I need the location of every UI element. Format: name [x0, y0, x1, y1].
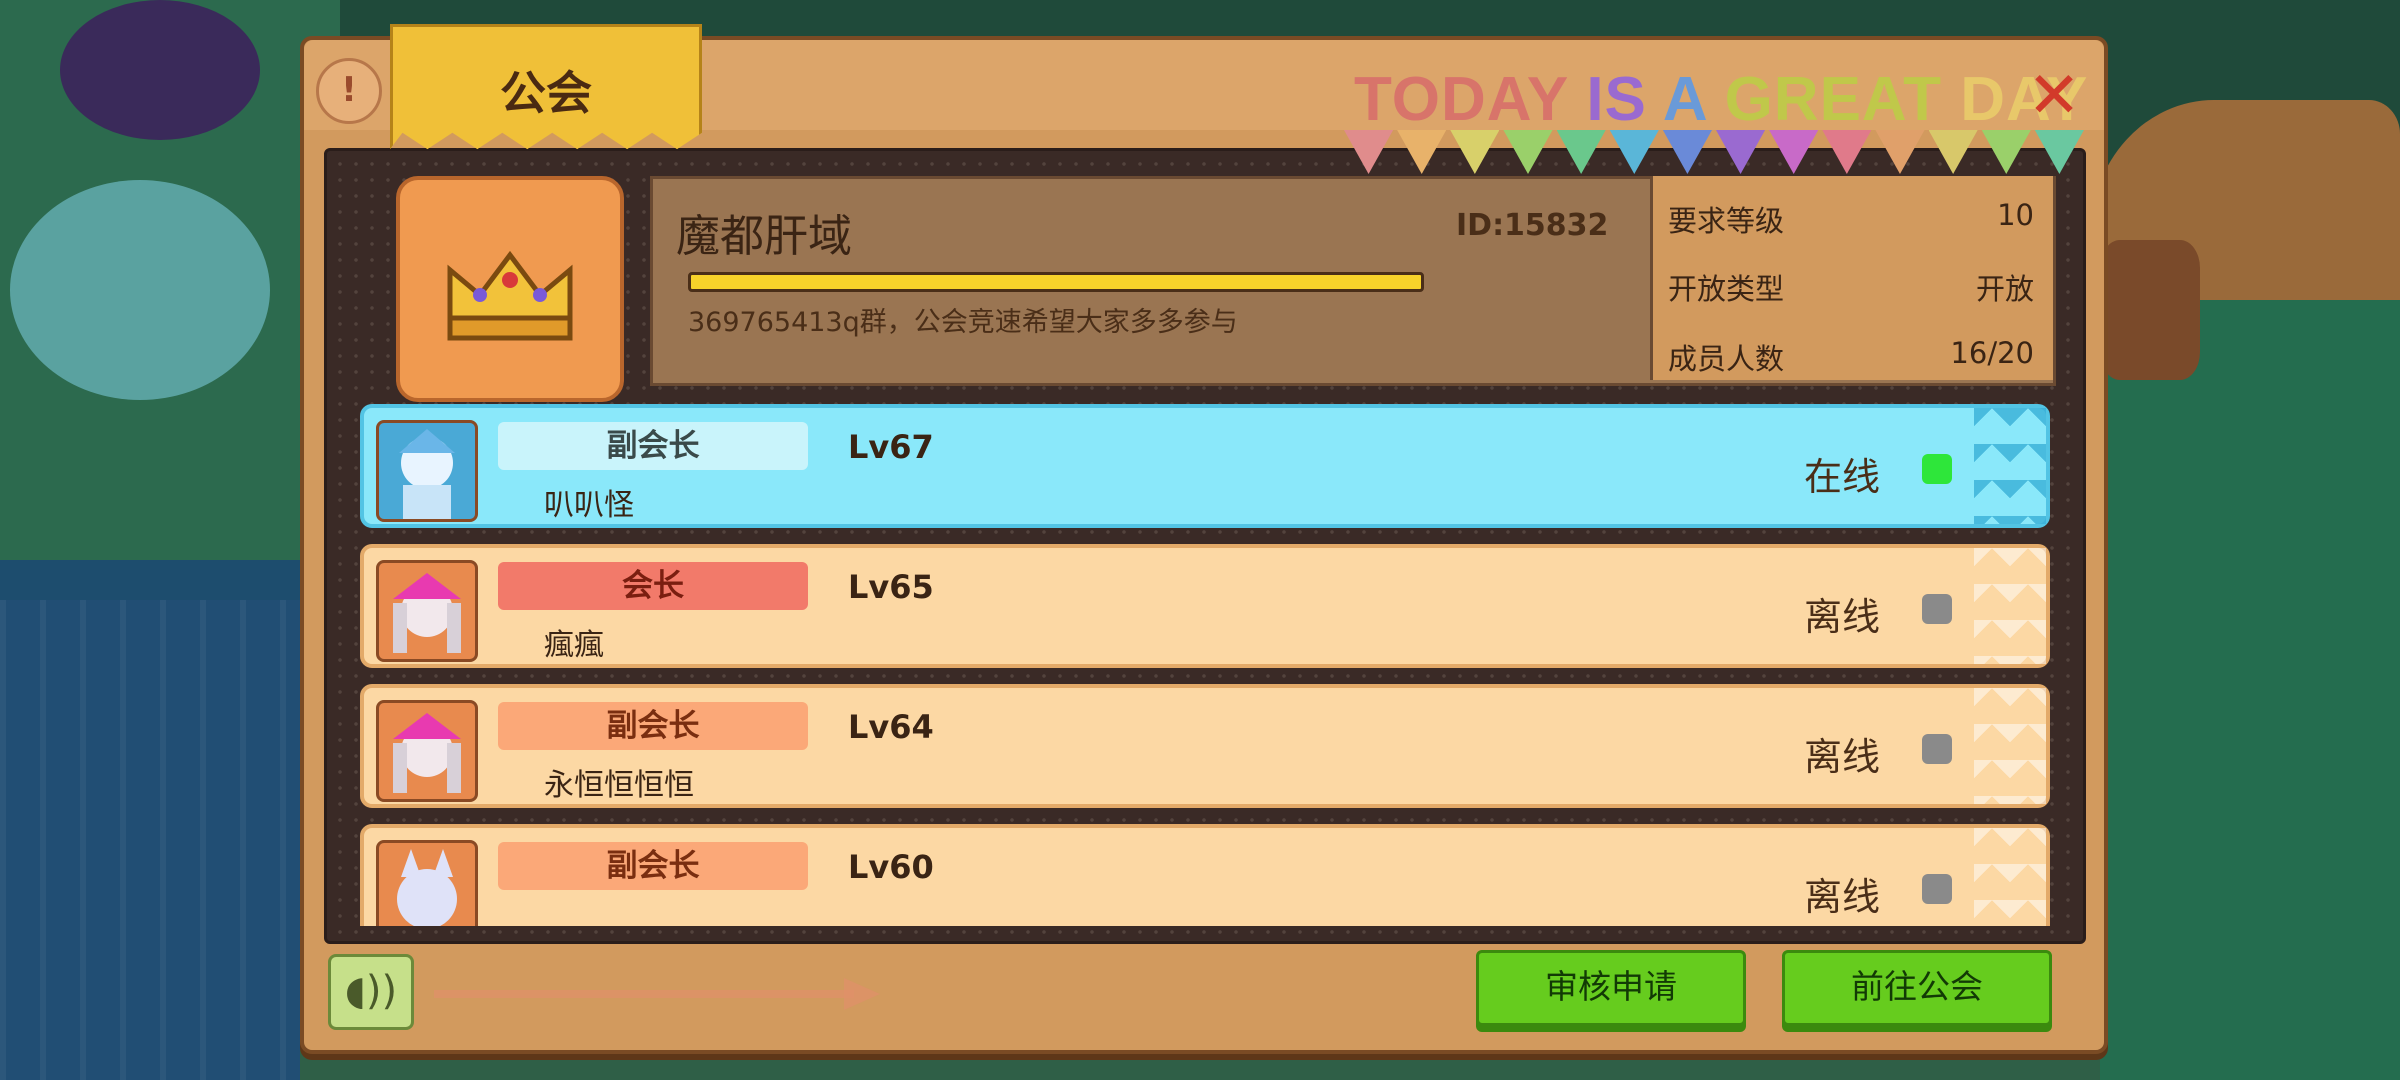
stat-value: 10	[1997, 198, 2034, 232]
water-ripples	[0, 600, 300, 1080]
member-name: 瘋瘋	[544, 628, 604, 663]
member-row[interactable]: 会长 瘋瘋 Lv65 离线	[360, 544, 2050, 668]
member-level: Lv67	[848, 428, 934, 466]
bunting-flag	[1822, 130, 1872, 174]
avatar	[376, 560, 478, 662]
guild-crest	[396, 176, 624, 402]
member-role: 副会长	[498, 702, 808, 750]
member-level: Lv64	[848, 708, 934, 746]
status-dot	[1922, 454, 1952, 484]
stat-label: 成员人数	[1668, 342, 1785, 376]
member-role: 会长	[498, 562, 808, 610]
guild-name: 魔都肝域	[676, 211, 852, 262]
voice-icon[interactable]: ◖))	[328, 954, 414, 1030]
bunting-flag	[1556, 130, 1606, 174]
status-dot	[1922, 874, 1952, 904]
bunting-flag	[1344, 130, 1394, 174]
stat-member-count: 成员人数 16/20	[1668, 336, 2034, 378]
member-level: Lv65	[848, 568, 934, 606]
avatar	[376, 840, 478, 926]
stat-value: 开放	[1975, 272, 2034, 306]
tree	[60, 0, 260, 140]
bunting-flag	[1662, 130, 1712, 174]
member-role: 副会长	[498, 842, 808, 890]
member-status: 离线	[1804, 875, 1881, 919]
bunting-flag	[1928, 130, 1978, 174]
bunting-flags	[1344, 130, 2084, 180]
review-applications-button[interactable]: 审核申请	[1476, 950, 1746, 1026]
status-dot	[1922, 594, 1952, 624]
panel-title-tab: 公会	[390, 24, 702, 150]
avatar	[376, 700, 478, 802]
flower-bush	[10, 180, 270, 400]
member-level: Lv60	[848, 848, 934, 886]
member-status: 离线	[1804, 595, 1881, 639]
bunting-flag	[1981, 130, 2031, 174]
member-row[interactable]: 副会长 叭叭怪 Lv67 在线	[360, 404, 2050, 528]
banner-word: A	[1662, 65, 1707, 134]
bunting-flag	[1450, 130, 1500, 174]
crown-icon	[447, 250, 573, 341]
member-row[interactable]: 副会长 Lv60 离线	[360, 824, 2050, 926]
row-decoration	[1974, 828, 2046, 926]
member-role: 副会长	[498, 422, 808, 470]
guild-description: 369765413q群，公会竞速希望大家多多参与	[688, 307, 1238, 338]
banner-word: GREAT	[1724, 65, 1942, 134]
panel-footer: ◖)) 审核申请 前往公会	[324, 950, 2080, 1036]
bunting-flag	[1397, 130, 1447, 174]
row-decoration	[1974, 408, 2046, 524]
guild-panel: ! 公会 TODAY IS A GREAT DAY ✕ 魔都肝域 ID:1583…	[300, 24, 2108, 1054]
row-decoration	[1974, 548, 2046, 664]
banner-word: TODAY	[1354, 65, 1569, 134]
stat-label: 开放类型	[1668, 272, 1785, 306]
guild-divider-bar	[688, 272, 1424, 292]
bunting-flag	[1875, 130, 1925, 174]
stat-label: 要求等级	[1668, 204, 1785, 238]
help-icon[interactable]: !	[316, 58, 382, 124]
banner-word: IS	[1586, 65, 1647, 134]
bunting-flag	[1769, 130, 1819, 174]
npc-figure	[2100, 240, 2200, 380]
close-icon[interactable]: ✕	[2024, 64, 2084, 128]
bunting-flag	[2034, 130, 2084, 174]
member-status: 在线	[1804, 455, 1881, 499]
go-to-guild-button[interactable]: 前往公会	[1782, 950, 2052, 1026]
row-decoration	[1974, 688, 2046, 804]
member-name: 永恒恒恒恒	[544, 768, 694, 803]
panel-title: 公会	[500, 66, 592, 120]
member-list[interactable]: 副会长 叭叭怪 Lv67 在线 会长 瘋瘋 Lv65 离线 副会长 永恒恒恒恒 …	[360, 404, 2050, 926]
guild-id: ID:15832	[1456, 208, 1609, 243]
stat-open-type: 开放类型 开放	[1668, 266, 2034, 308]
stat-required-level: 要求等级 10	[1668, 198, 2034, 240]
stat-value: 16/20	[1950, 336, 2034, 370]
avatar	[376, 420, 478, 522]
member-row[interactable]: 副会长 永恒恒恒恒 Lv64 离线	[360, 684, 2050, 808]
grass-area-right	[2080, 300, 2400, 1080]
arrow-head-decoration	[844, 978, 880, 1010]
banner-text: TODAY IS A GREAT DAY	[1354, 64, 2088, 135]
status-dot	[1922, 734, 1952, 764]
arrow-decoration	[434, 990, 854, 998]
bunting-flag	[1715, 130, 1766, 174]
bunting-flag	[1609, 130, 1659, 174]
member-name: 叭叭怪	[544, 488, 634, 523]
bunting-flag	[1503, 130, 1553, 174]
member-status: 离线	[1804, 735, 1881, 779]
